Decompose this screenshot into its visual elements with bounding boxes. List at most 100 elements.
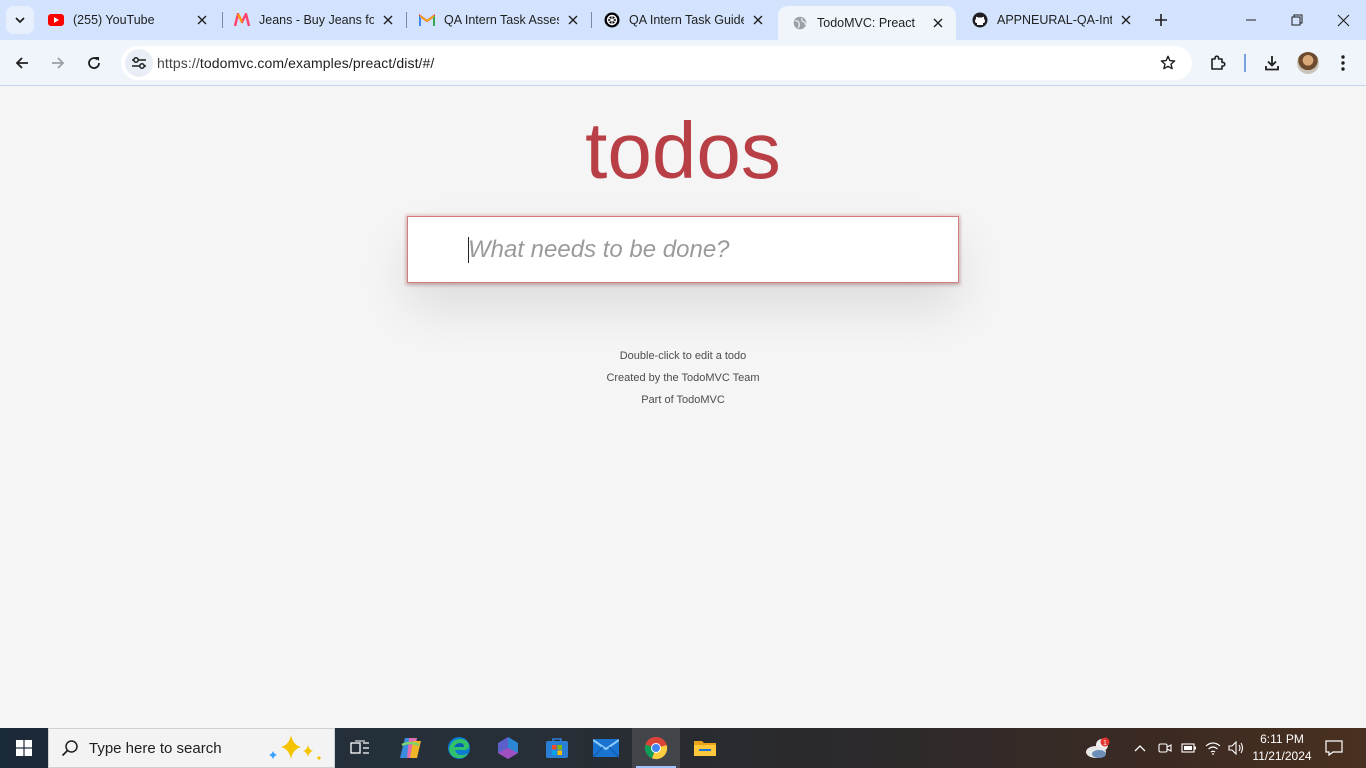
- close-window-button[interactable]: [1320, 0, 1366, 40]
- tab-todomvc[interactable]: TodoMVC: Preact: [778, 6, 956, 40]
- youtube-icon: [48, 12, 64, 28]
- reload-button[interactable]: [78, 47, 110, 79]
- download-icon: [1265, 56, 1279, 71]
- plus-icon: [1155, 14, 1167, 26]
- gmail-icon: [419, 12, 435, 28]
- windows-taskbar: Type here to search 1 6:11 PM 11/21/2024: [0, 728, 1366, 768]
- chatgpt-icon: [604, 12, 620, 28]
- star-icon: [1160, 55, 1176, 70]
- weather-cloud-icon: 1: [1086, 737, 1110, 758]
- info-credits: Created by the TodoMVC Team: [606, 372, 760, 384]
- folder-icon: [694, 741, 716, 756]
- m365-button[interactable]: [484, 728, 532, 768]
- close-icon[interactable]: [930, 15, 946, 31]
- info-footer: Double-click to edit a todo Created by t…: [0, 345, 1366, 411]
- tab-title: (255) YouTube: [73, 13, 155, 27]
- notification-center-button[interactable]: [1322, 728, 1346, 768]
- close-icon[interactable]: [194, 12, 210, 28]
- store-button[interactable]: [533, 728, 581, 768]
- myntra-icon: [234, 12, 250, 28]
- store-icon: [546, 738, 568, 758]
- new-todo-input[interactable]: [407, 216, 959, 283]
- wifi-icon: [1205, 742, 1221, 755]
- chrome-menu-button[interactable]: [1328, 48, 1358, 78]
- downloads-button[interactable]: [1257, 48, 1287, 78]
- task-view-icon: [350, 740, 369, 754]
- globe-icon: [792, 15, 808, 31]
- info-part-of: Part of TodoMVC: [641, 394, 725, 406]
- bookmark-button[interactable]: [1158, 53, 1178, 73]
- edge-button[interactable]: [435, 728, 483, 768]
- mail-icon: [593, 739, 619, 757]
- search-icon: [61, 740, 78, 757]
- close-icon: [1337, 14, 1349, 26]
- close-icon[interactable]: [565, 12, 581, 28]
- url-scheme: https://: [157, 55, 200, 71]
- clock-date: 11/21/2024: [1252, 749, 1312, 763]
- address-bar[interactable]: https://todomvc.com/examples/preact/dist…: [121, 46, 1192, 80]
- arrow-left-icon: [15, 57, 28, 69]
- forward-button[interactable]: [42, 47, 74, 79]
- close-icon[interactable]: [380, 12, 396, 28]
- tab-chatgpt[interactable]: QA Intern Task Guide: [590, 0, 776, 40]
- new-tab-button[interactable]: [1150, 9, 1172, 31]
- text-caret: [468, 237, 469, 263]
- extensions-button[interactable]: [1203, 48, 1233, 78]
- url-path: todomvc.com/examples/preact/dist/#/: [199, 55, 435, 71]
- start-button[interactable]: [0, 728, 48, 768]
- volume-indicator[interactable]: [1227, 728, 1247, 768]
- url-text: https://todomvc.com/examples/preact/dist…: [157, 55, 434, 71]
- tab-title: TodoMVC: Preact: [817, 16, 915, 30]
- back-button[interactable]: [6, 47, 38, 79]
- info-hint: Double-click to edit a todo: [619, 350, 747, 362]
- page-content: todos Double-click to edit a todo Create…: [0, 87, 1366, 728]
- tab-youtube[interactable]: (255) YouTube: [34, 0, 220, 40]
- battery-icon: [1181, 743, 1196, 753]
- task-view-button[interactable]: [336, 728, 384, 768]
- search-placeholder: Type here to search: [89, 740, 222, 757]
- chrome-button[interactable]: [632, 728, 680, 768]
- close-icon[interactable]: [750, 12, 766, 28]
- chrome-icon: [644, 736, 668, 760]
- tray-overflow-button[interactable]: [1130, 728, 1150, 768]
- file-explorer-button[interactable]: [681, 728, 729, 768]
- mail-button[interactable]: [582, 728, 630, 768]
- camera-icon: [1158, 743, 1172, 753]
- todo-app: [407, 216, 959, 283]
- profile-avatar[interactable]: [1297, 52, 1319, 74]
- weather-widget[interactable]: 1: [1082, 728, 1114, 768]
- tab-title: QA Intern Task Guide: [629, 13, 744, 27]
- weather-badge: 1: [1103, 740, 1107, 747]
- reload-icon: [88, 57, 100, 69]
- tab-myntra[interactable]: Jeans - Buy Jeans for: [220, 0, 406, 40]
- network-indicator[interactable]: [1203, 728, 1223, 768]
- taskbar-search[interactable]: Type here to search: [48, 728, 335, 768]
- battery-indicator[interactable]: [1179, 728, 1199, 768]
- tab-github[interactable]: APPNEURAL-QA-Inte: [958, 0, 1144, 40]
- system-clock[interactable]: 6:11 PM 11/21/2024: [1246, 731, 1318, 765]
- windows-logo-icon: [16, 740, 32, 756]
- clock-time: 6:11 PM: [1260, 732, 1304, 746]
- meet-now-button[interactable]: [1155, 728, 1175, 768]
- speaker-icon: [1228, 741, 1244, 755]
- copilot-button[interactable]: [386, 728, 434, 768]
- tab-search-button[interactable]: [6, 6, 34, 34]
- chevron-down-icon: [15, 17, 25, 24]
- restore-button[interactable]: [1274, 0, 1320, 40]
- browser-toolbar: https://todomvc.com/examples/preact/dist…: [0, 40, 1366, 86]
- copilot-icon: [400, 738, 421, 758]
- more-vert-icon: [1341, 55, 1345, 71]
- chevron-up-icon: [1134, 745, 1146, 752]
- minimize-button[interactable]: [1228, 0, 1274, 40]
- site-info-button[interactable]: [125, 49, 153, 77]
- minimize-icon: [1246, 19, 1256, 21]
- tab-title: Jeans - Buy Jeans for: [259, 13, 374, 27]
- close-icon[interactable]: [1118, 12, 1134, 28]
- tab-gmail[interactable]: QA Intern Task Assess: [405, 0, 591, 40]
- restore-icon: [1291, 14, 1303, 26]
- app-title: todos: [585, 106, 781, 195]
- sparkle-icon: [269, 735, 321, 760]
- edge-icon: [448, 737, 470, 759]
- notification-icon: [1325, 740, 1343, 756]
- github-icon: [972, 12, 988, 28]
